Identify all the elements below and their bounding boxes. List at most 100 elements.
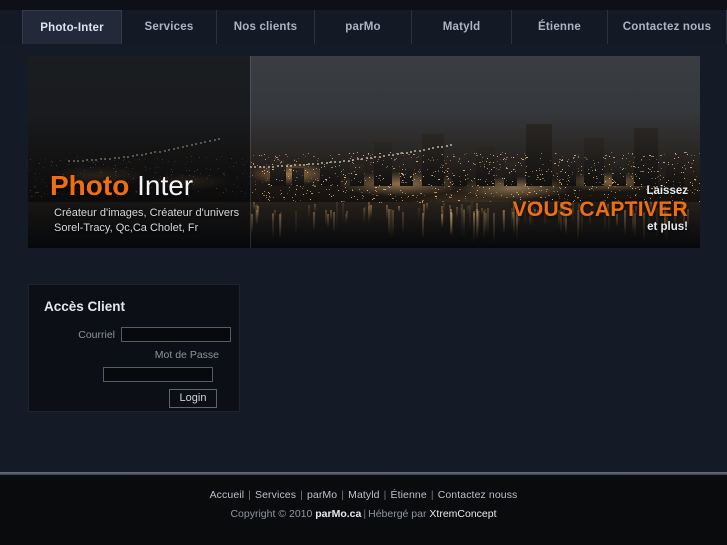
footer-link-parmo[interactable]: parMo [307, 489, 337, 501]
city-light [588, 169, 589, 170]
footer-link-matyld[interactable]: Matyld [348, 489, 380, 501]
city-light [561, 160, 563, 161]
city-light [525, 155, 526, 156]
city-light [231, 158, 232, 159]
city-light [150, 168, 151, 169]
city-light [399, 166, 400, 167]
city-light [42, 179, 43, 180]
city-light [324, 166, 325, 167]
footer-link-accueil[interactable]: Accueil [210, 489, 245, 501]
login-submit-button[interactable]: Login [169, 389, 217, 408]
city-light [651, 178, 653, 179]
city-light [438, 179, 440, 180]
water-reflection-streak [386, 205, 388, 220]
nav-tab-label: Services [144, 21, 194, 33]
water-reflection-streak [423, 204, 425, 220]
city-light [507, 189, 508, 190]
city-light [460, 184, 461, 185]
city-light [694, 189, 696, 190]
city-light [318, 192, 320, 193]
city-light [381, 202, 382, 203]
city-light [275, 158, 276, 159]
city-light [602, 184, 604, 185]
city-light [191, 161, 192, 162]
water-reflection-streak [476, 209, 478, 240]
city-light [468, 161, 469, 162]
city-light [378, 159, 379, 160]
nav-tab-services[interactable]: Services [122, 10, 217, 44]
city-light [451, 197, 452, 198]
footer-link-tienne[interactable]: Étienne [391, 489, 427, 501]
city-light [509, 172, 510, 173]
city-light [357, 152, 358, 153]
city-light [453, 175, 455, 176]
city-light [253, 155, 254, 156]
city-light [289, 190, 290, 191]
banner-seam-divider [250, 56, 251, 248]
site-logo[interactable]: Photo Inter Créateur d'images, Créateur … [50, 172, 239, 235]
city-light [403, 155, 404, 156]
nav-tab-label: Étienne [538, 21, 581, 33]
city-light [612, 173, 614, 174]
city-light [266, 168, 267, 169]
city-light [300, 200, 301, 201]
city-light [632, 178, 633, 179]
city-light [343, 174, 344, 175]
city-light [513, 157, 514, 158]
city-light [162, 162, 163, 163]
city-light [303, 194, 304, 195]
city-light [36, 192, 37, 193]
city-light [396, 200, 397, 201]
city-light [526, 183, 527, 184]
city-light [191, 156, 192, 157]
city-light [158, 167, 159, 168]
city-light [515, 171, 516, 172]
city-light [633, 162, 634, 163]
nav-tab-matyld[interactable]: Matyld [412, 10, 512, 44]
footer-link-separator: | [338, 489, 348, 501]
city-light [114, 160, 115, 161]
footer-link-separator: | [380, 489, 390, 501]
city-light [675, 153, 676, 154]
bridge-light [95, 158, 98, 161]
city-light [93, 167, 94, 168]
city-light [243, 164, 244, 165]
city-light [77, 156, 78, 157]
city-light [452, 181, 453, 182]
nav-tab-contactez-nous[interactable]: Contactez nous [608, 10, 727, 44]
bridge-light [131, 154, 134, 157]
city-light [509, 173, 510, 174]
city-light [373, 198, 375, 199]
city-light [298, 158, 299, 159]
city-light [448, 173, 449, 174]
nav-tab-photo-inter[interactable]: Photo-Inter [22, 10, 122, 44]
city-light [422, 200, 424, 201]
city-light [297, 177, 298, 178]
city-light [234, 162, 235, 163]
footer-link-contactez-nouss[interactable]: Contactez nouss [438, 489, 518, 501]
city-light [324, 164, 325, 165]
nav-tab-nos-clients[interactable]: Nos clients [217, 10, 315, 44]
footer-link-services[interactable]: Services [255, 489, 296, 501]
footer-host-link[interactable]: XtremConcept [429, 508, 496, 520]
city-light [484, 164, 485, 165]
city-light [424, 195, 425, 196]
city-light [351, 197, 352, 198]
city-light [197, 169, 198, 170]
password-input[interactable] [103, 367, 213, 382]
city-light [34, 186, 35, 187]
bridge-light [208, 140, 211, 143]
city-light [697, 190, 698, 191]
city-light [562, 169, 563, 170]
city-light [252, 192, 253, 193]
nav-tab-parmo[interactable]: parMo [315, 10, 412, 44]
city-light [115, 165, 116, 166]
city-light [480, 166, 481, 167]
footer-brand-link[interactable]: parMo.ca [315, 508, 361, 520]
nav-tab-etienne[interactable]: Étienne [512, 10, 608, 44]
city-light [537, 179, 538, 180]
city-light [488, 173, 490, 174]
email-input[interactable] [121, 327, 231, 342]
water-reflection-streak [363, 208, 365, 224]
city-light [537, 177, 539, 178]
